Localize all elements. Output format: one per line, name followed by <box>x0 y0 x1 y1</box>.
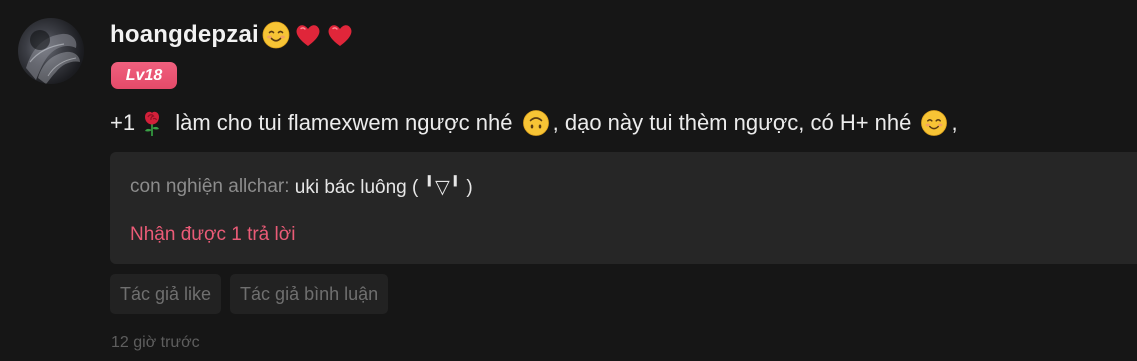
username-row: hoangdepzai <box>110 16 355 54</box>
comment-item: hoangdepzai Lv18 +1 làm cho tui flamexwe… <box>0 0 1137 361</box>
reply-preview[interactable]: con nghiện allchar : uki bác luông ( ╹▽╹… <box>110 152 1137 264</box>
reply-author[interactable]: con nghiện allchar <box>130 176 284 198</box>
comment-text-part: , <box>951 110 958 135</box>
avatar-image <box>26 30 80 84</box>
timestamp: 12 giờ trước <box>111 334 200 351</box>
avatar[interactable] <box>18 18 84 84</box>
reply-separator: : <box>284 176 295 197</box>
reply-content: uki bác luông ( ╹▽╹ ) <box>294 176 473 198</box>
red-heart-emoji-icon <box>325 20 355 50</box>
smiling-face-icon <box>920 109 948 137</box>
comment-text: +1 làm cho tui flamexwem ngược nhé , dạo… <box>110 105 958 141</box>
reply-line: con nghiện allchar : uki bác luông ( ╹▽╹… <box>130 172 473 202</box>
tag-author-comment[interactable]: Tác giả bình luận <box>230 274 389 314</box>
author-tags: Tác giả like Tác giả bình luận <box>110 274 389 314</box>
comment-text-part: làm cho tui flamexwem ngược nhé <box>169 110 519 135</box>
red-heart-emoji-icon <box>293 20 323 50</box>
comment-text-part: , dạo này tui thèm ngược, có H+ nhé <box>552 110 918 135</box>
username[interactable]: hoangdepzai <box>110 21 259 49</box>
reply-count-link[interactable]: Nhận được 1 trả lời <box>130 220 295 250</box>
tag-author-like[interactable]: Tác giả like <box>110 274 222 314</box>
level-badge: Lv18 <box>111 62 177 89</box>
upside-down-face-icon <box>522 109 550 137</box>
smiling-face-emoji-icon <box>261 20 291 50</box>
rose-icon <box>138 109 166 137</box>
comment-text-part: +1 <box>110 110 136 135</box>
